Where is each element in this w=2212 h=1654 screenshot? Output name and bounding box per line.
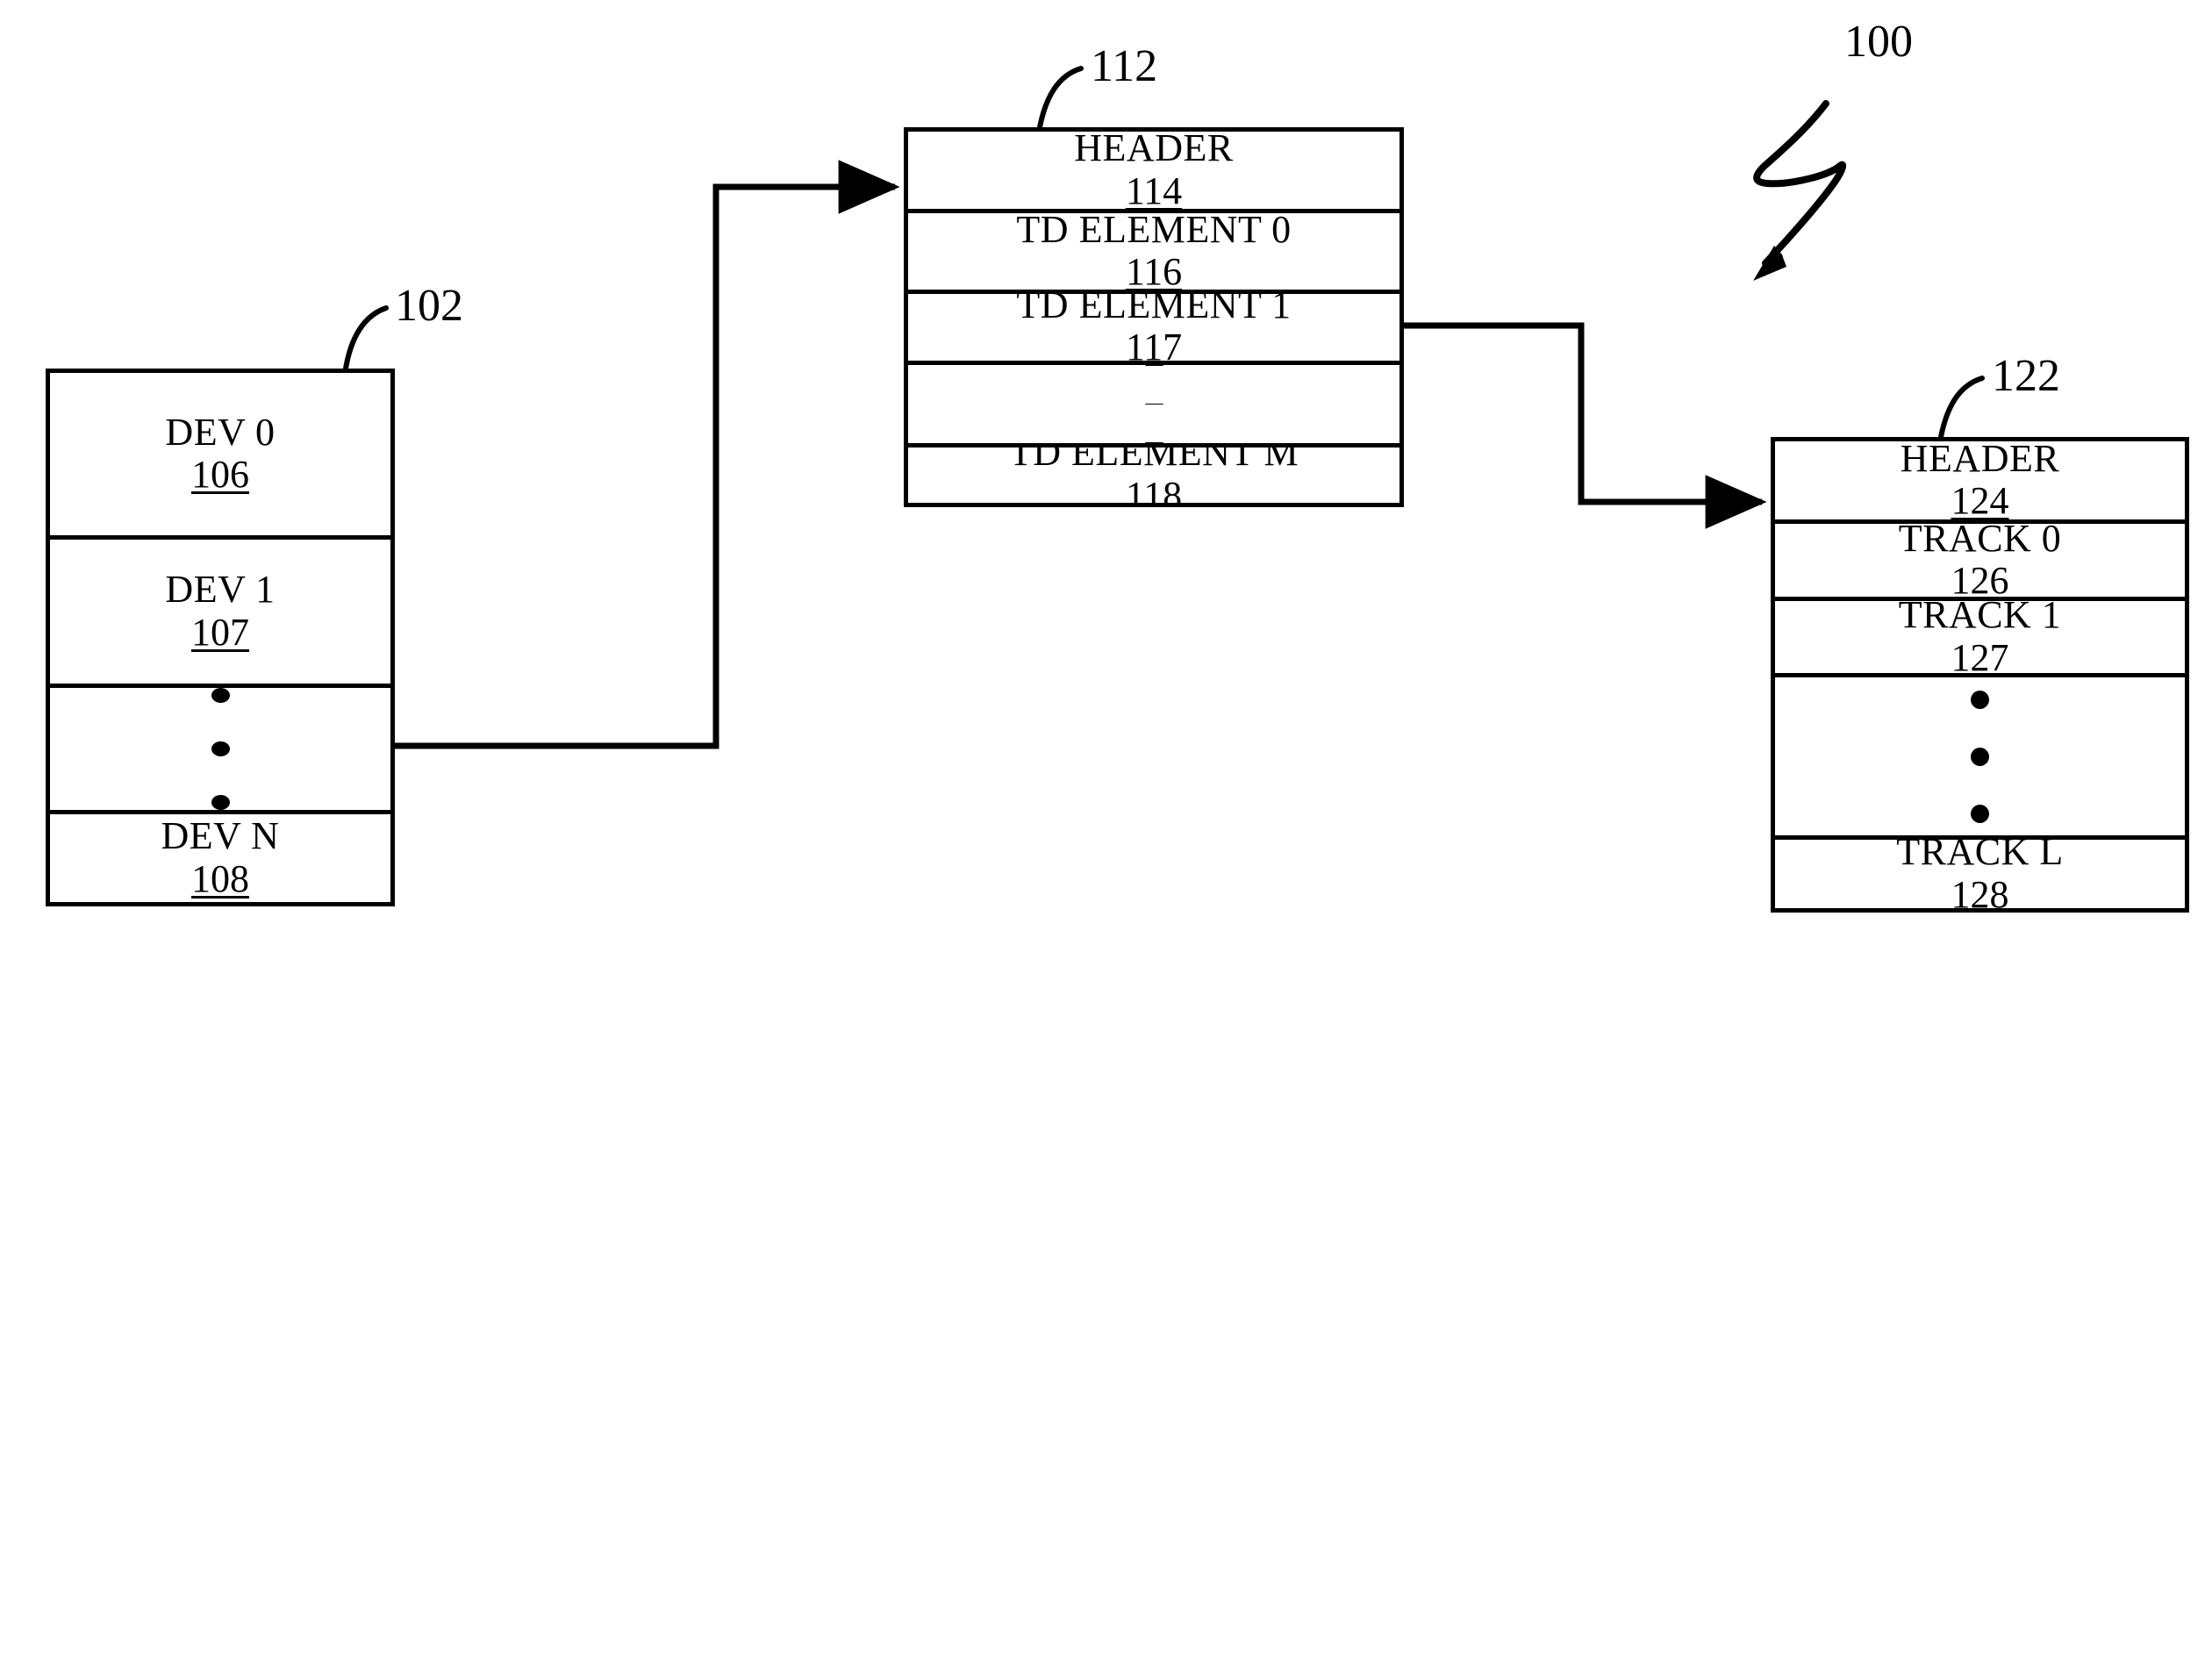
ref-label-122: 122: [1992, 351, 2060, 401]
track-table-row-track-1: TRACK 1 127: [1775, 600, 2185, 678]
track-descriptor-table: HEADER 114 TD ELEMENT 0 116 TD ELEMENT 1…: [904, 127, 1404, 507]
track-table: HEADER 124 TRACK 0 126 TRACK 1 127 TRACK…: [1771, 437, 2189, 913]
patent-figure: 100 102 112 122 DEV 0 106 DEV 1 107 DEV …: [0, 0, 2212, 1654]
ref-label-102: 102: [395, 281, 463, 331]
track-table-row-ellipsis: [1775, 677, 2185, 841]
ellipsis-dot: [1971, 804, 1989, 823]
td-table-row-element-1: TD ELEMENT 1 117: [908, 293, 1400, 365]
row-refnum: 116: [1125, 250, 1183, 294]
row-label: DEV N: [161, 813, 280, 857]
track-table-row-track-l: TRACK L 128: [1775, 840, 2185, 908]
td-table-row-header: HEADER 114: [908, 132, 1400, 214]
row-refnum: 128: [1951, 872, 2009, 908]
td-table-row-element-0: TD ELEMENT 0 116: [908, 213, 1400, 294]
row-refnum: 127: [1951, 635, 2009, 678]
row-refnum: 107: [191, 610, 249, 654]
row-label: TRACK L: [1896, 840, 2064, 874]
row-label: HEADER: [1074, 132, 1234, 170]
connector-dev1-to-td-table: [395, 160, 900, 749]
ellipsis-dot: [1971, 690, 1989, 709]
row-refnum: 126: [1951, 559, 2009, 601]
track-table-row-track-0: TRACK 0 126: [1775, 524, 2185, 601]
ellipsis-dot: [1971, 747, 1989, 766]
ref-label-112: 112: [1091, 41, 1158, 91]
row-label: TD ELEMENT M: [1008, 447, 1299, 475]
ellipsis-dot: [211, 687, 230, 703]
leader-line-112: [1037, 66, 1084, 130]
row-label: TD ELEMENT 0: [1016, 213, 1292, 251]
leader-line-122: [1938, 376, 1985, 440]
row-refnum: 117: [1125, 326, 1183, 365]
row-label: DEV 1: [165, 567, 276, 611]
row-label: HEADER: [1900, 441, 2060, 480]
ellipsis-dot: [211, 741, 230, 756]
device-table-row-dev1: DEV 1 107: [50, 539, 390, 688]
device-table-row-dev0: DEV 0 106: [50, 373, 390, 540]
device-table: DEV 0 106 DEV 1 107 DEV N 108: [46, 369, 395, 906]
device-table-row-ellipsis: [50, 687, 390, 814]
row-refnum: 114: [1125, 168, 1183, 212]
row-refnum: 118: [1125, 473, 1183, 503]
row-label: TD ELEMENT 1: [1016, 293, 1292, 326]
row-refnum: 124: [1951, 479, 2009, 523]
track-table-row-header: HEADER 124: [1775, 441, 2185, 525]
td-table-row-element-m: TD ELEMENT M 118: [908, 447, 1400, 503]
ref-label-100: 100: [1844, 17, 1913, 67]
row-label: TRACK 1: [1898, 600, 2062, 637]
connector-td0-to-track-table: [1404, 322, 1767, 529]
leader-arrow-100: [1753, 100, 1847, 281]
device-table-row-devn: DEV N 108: [50, 813, 390, 902]
row-refnum: 108: [191, 856, 249, 900]
td-table-row-ellipsis: [908, 364, 1400, 448]
row-label: DEV 0: [165, 410, 276, 454]
leader-line-102: [343, 305, 389, 371]
row-refnum: 106: [191, 453, 249, 497]
ellipsis-dot: [211, 794, 230, 810]
row-label: TRACK 0: [1898, 524, 2062, 560]
